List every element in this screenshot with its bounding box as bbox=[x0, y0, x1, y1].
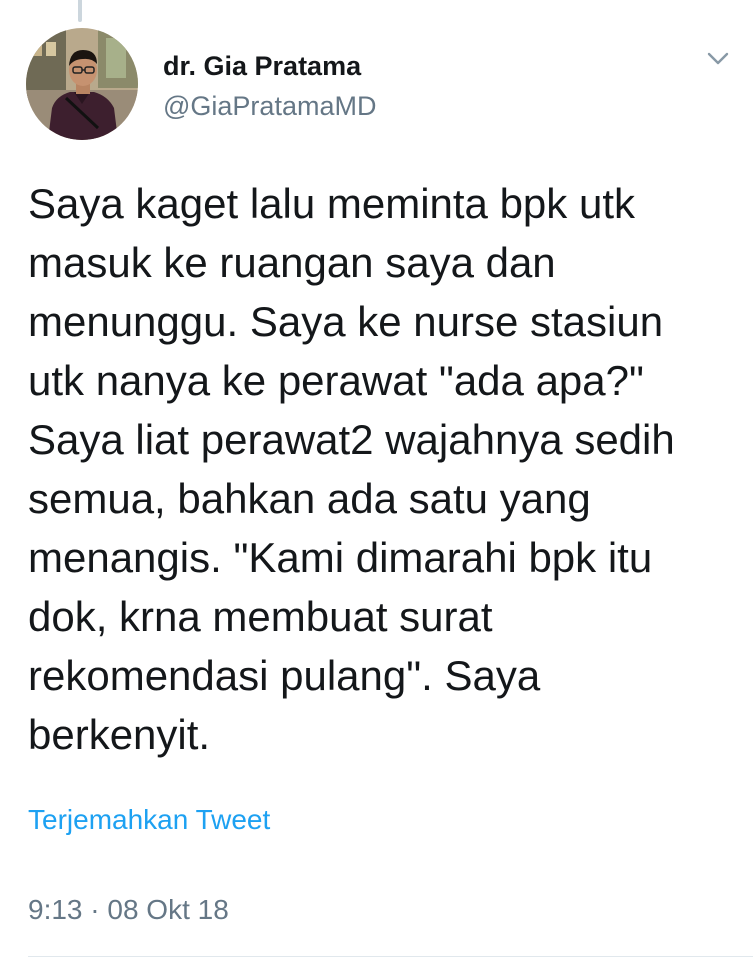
author-handle[interactable]: @GiaPratamaMD bbox=[163, 88, 376, 124]
chevron-down-icon[interactable] bbox=[704, 48, 732, 70]
tweet-line: utk nanya ke perawat "ada apa?" bbox=[28, 357, 644, 404]
tweet-body: Saya kaget lalu meminta bpk utk masuk ke… bbox=[28, 174, 743, 764]
tweet-line: rekomendasi pulang". Saya bbox=[28, 652, 541, 699]
tweet-line: dok, krna membuat surat bbox=[28, 593, 493, 640]
tweet-line: menangis. "Kami dimarahi bpk itu bbox=[28, 534, 653, 581]
thread-connector-line bbox=[78, 0, 82, 22]
avatar[interactable] bbox=[26, 28, 138, 140]
divider bbox=[28, 956, 753, 957]
tweet-line: Saya liat perawat2 wajahnya sedih bbox=[28, 416, 675, 463]
translate-tweet-link[interactable]: Terjemahkan Tweet bbox=[28, 802, 270, 838]
tweet-line: masuk ke ruangan saya dan bbox=[28, 239, 556, 286]
tweet-line: menunggu. Saya ke nurse stasiun bbox=[28, 298, 664, 345]
author-display-name[interactable]: dr. Gia Pratama bbox=[163, 48, 376, 84]
tweet-line: berkenyit. bbox=[28, 711, 211, 758]
tweet-line: Saya kaget lalu meminta bpk utk bbox=[28, 180, 635, 227]
tweet-line: semua, bahkan ada satu yang bbox=[28, 475, 591, 522]
tweet-author[interactable]: dr. Gia Pratama @GiaPratamaMD bbox=[163, 48, 376, 124]
avatar-photo bbox=[26, 28, 138, 140]
tweet-timestamp[interactable]: 9:13 · 08 Okt 18 bbox=[28, 892, 229, 928]
